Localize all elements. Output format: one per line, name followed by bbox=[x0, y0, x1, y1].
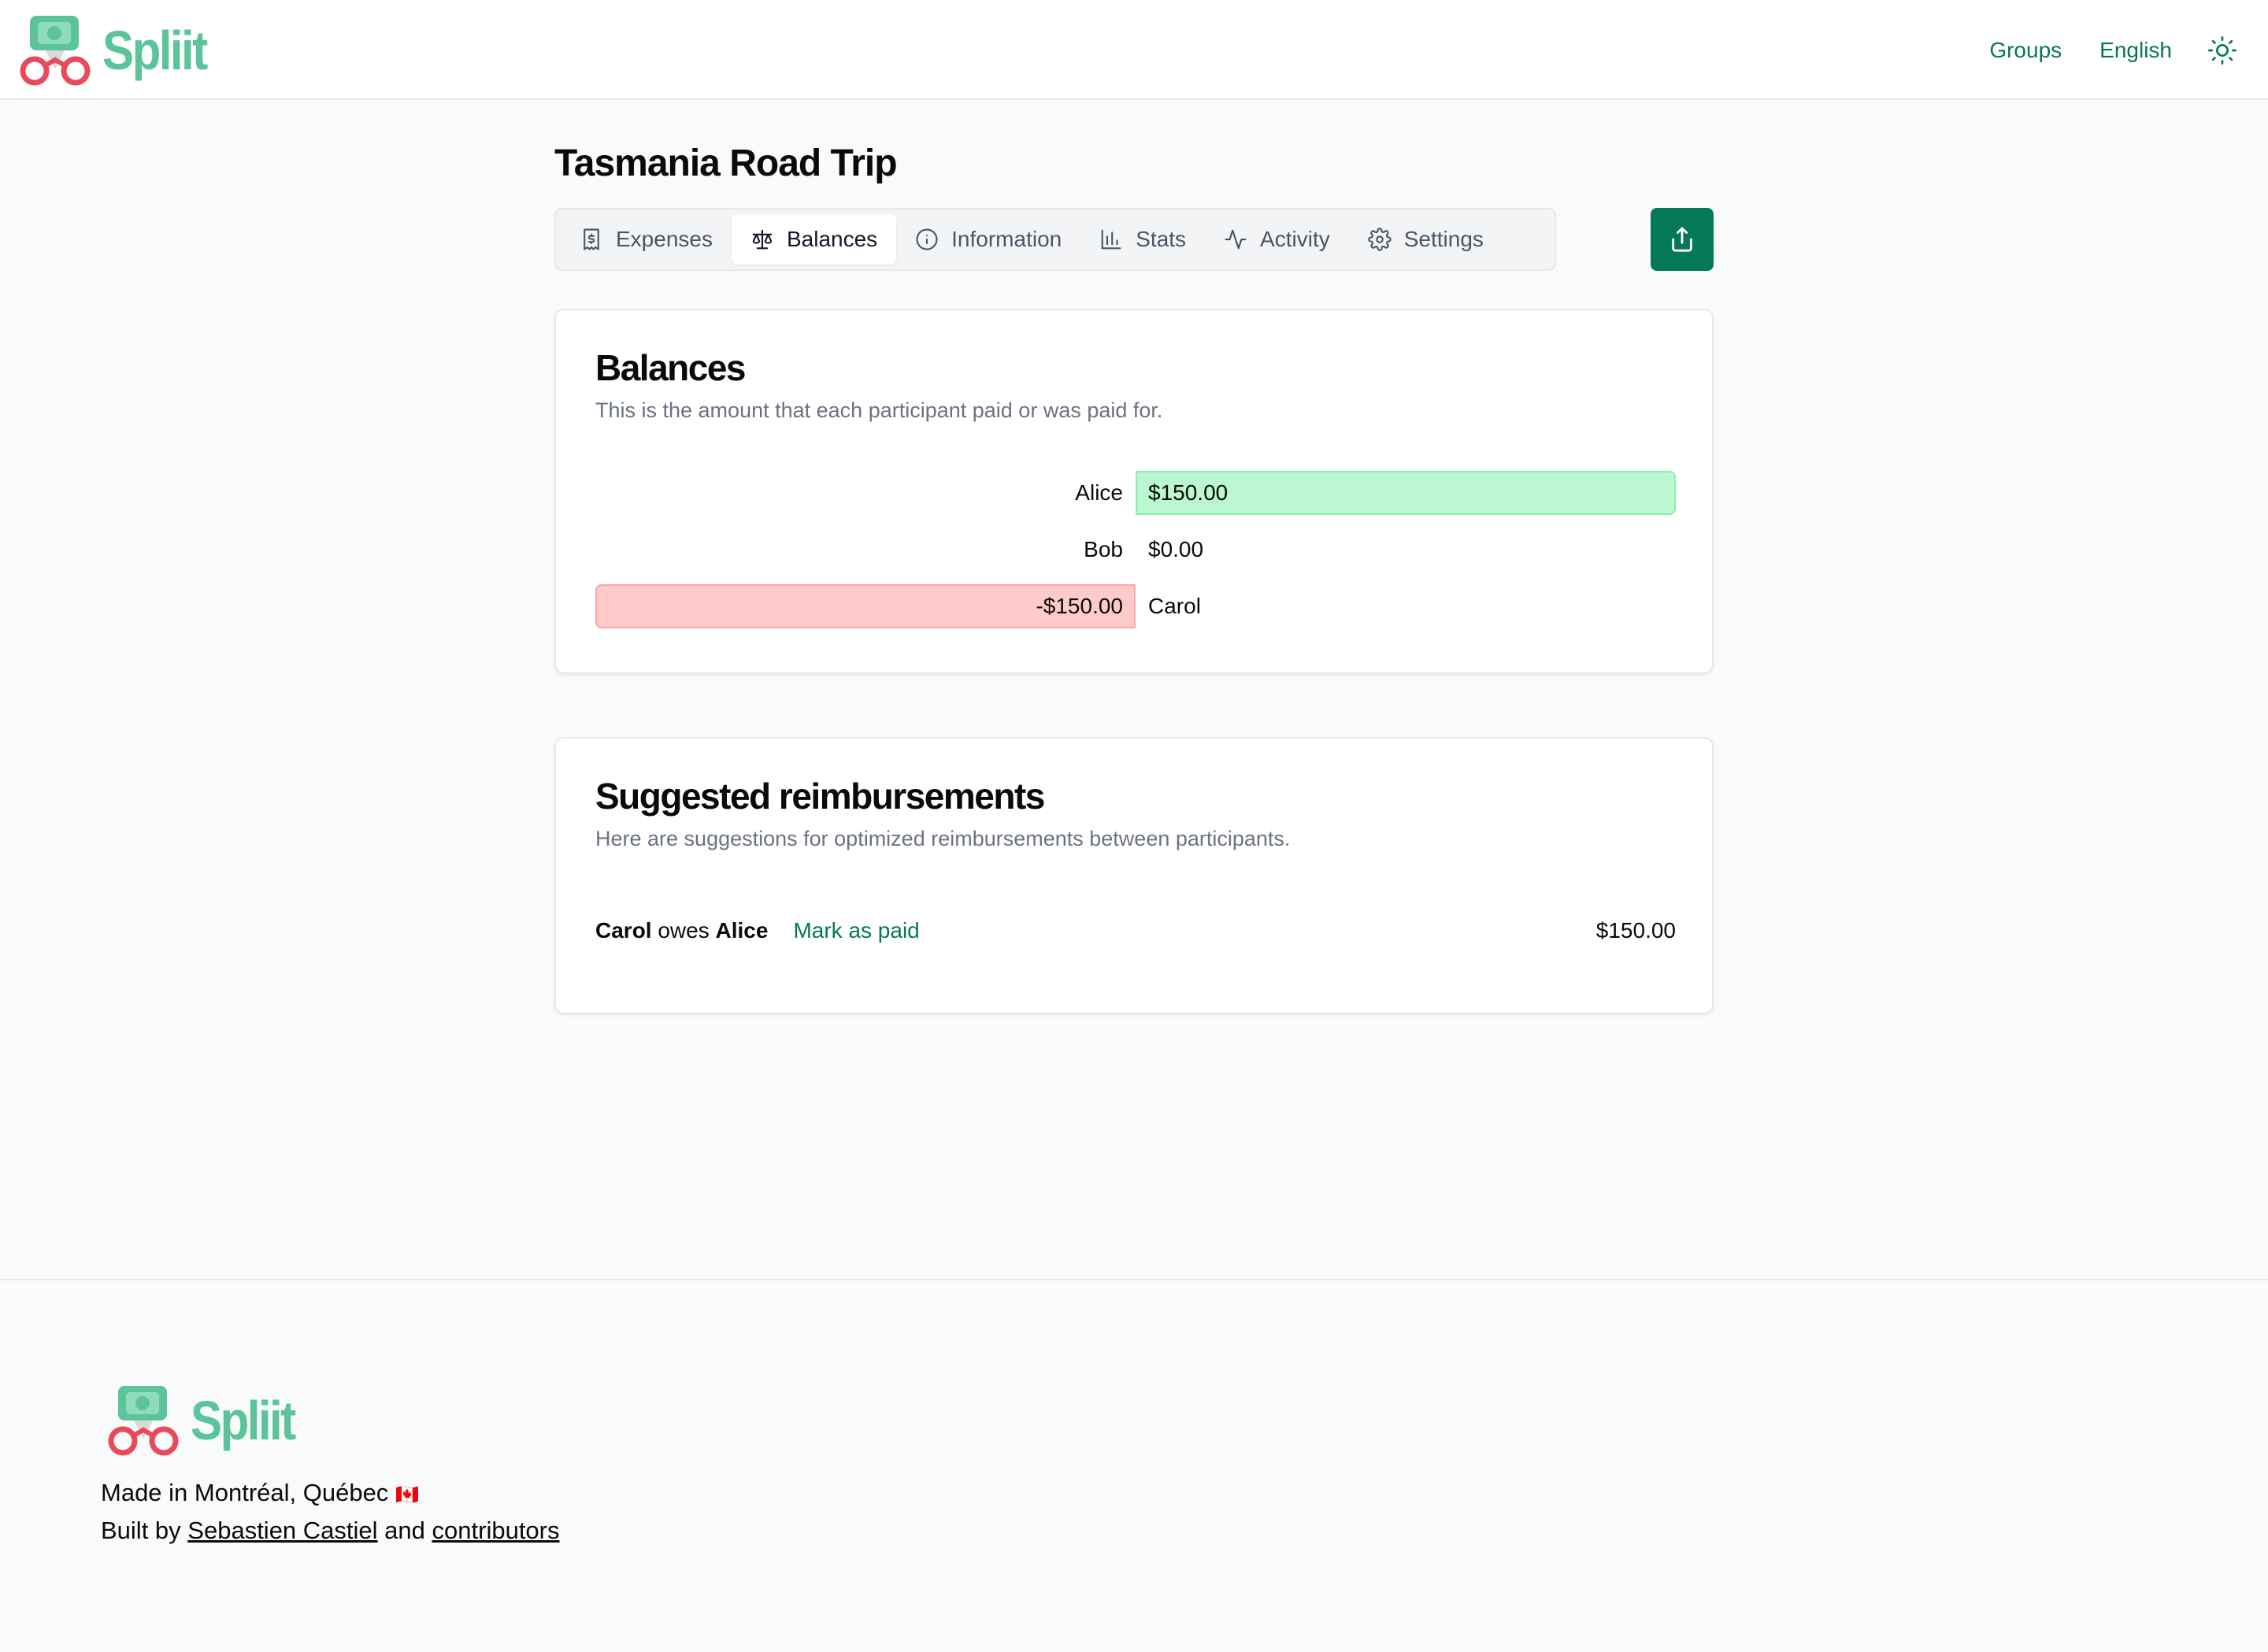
tab-label: Stats bbox=[1136, 227, 1187, 251]
info-icon bbox=[916, 228, 938, 250]
balance-amount: $0.00 bbox=[1148, 537, 1204, 561]
spliit-logo-icon bbox=[108, 1386, 179, 1456]
participant-name: Alice bbox=[1075, 480, 1123, 505]
tab-label: Settings bbox=[1403, 227, 1484, 251]
balance-amount: -$150.00 bbox=[1036, 594, 1123, 618]
and-text: and bbox=[384, 1517, 425, 1544]
made-in-text: Made in Montréal, Québec bbox=[101, 1479, 389, 1506]
reimbursement-amount: $150.00 bbox=[1595, 918, 1676, 943]
group-title: Tasmania Road Trip bbox=[554, 143, 898, 184]
group-tabs: Expenses Balances Information Stats Acti… bbox=[554, 208, 1556, 271]
balance-amount: $150.00 bbox=[1148, 480, 1228, 505]
owes-text: owes bbox=[658, 918, 710, 943]
tab-activity[interactable]: Activity bbox=[1205, 214, 1349, 265]
nav-groups-link[interactable]: Groups bbox=[1989, 38, 2062, 63]
activity-icon bbox=[1225, 229, 1247, 250]
footer bbox=[0, 1279, 2268, 1652]
balances-title: Balances bbox=[595, 347, 747, 388]
tab-balances[interactable]: Balances bbox=[731, 214, 897, 265]
receipt-icon bbox=[584, 228, 599, 250]
footer-made-in: Made in Montréal, Québec 🇨🇦 bbox=[101, 1479, 419, 1507]
sun-icon bbox=[2208, 35, 2236, 65]
tab-label: Balances bbox=[786, 227, 878, 251]
contributors-link[interactable]: contributors bbox=[432, 1517, 560, 1544]
theme-toggle-button[interactable] bbox=[2205, 33, 2240, 68]
balance-row-carol: -$150.00 Carol bbox=[595, 584, 1676, 628]
tab-stats[interactable]: Stats bbox=[1080, 214, 1205, 265]
reimbursement-item: Carol owes Alice Mark as paid $150.00 bbox=[595, 915, 1676, 946]
footer-logo[interactable]: Spliit bbox=[106, 1384, 311, 1457]
balance-row-bob: Bob $0.00 bbox=[595, 528, 1676, 572]
tab-expenses[interactable]: Expenses bbox=[561, 214, 732, 265]
reimbursements-card: Suggested reimbursements Here are sugges… bbox=[554, 737, 1714, 1014]
tab-label: Expenses bbox=[616, 227, 713, 251]
built-by-text: Built by bbox=[101, 1517, 181, 1544]
balances-card: Balances This is the amount that each pa… bbox=[554, 309, 1714, 674]
logo-link[interactable]: Spliit bbox=[17, 14, 223, 87]
spliit-logo-icon bbox=[20, 16, 91, 86]
tab-settings[interactable]: Settings bbox=[1349, 214, 1503, 265]
tab-information[interactable]: Information bbox=[896, 214, 1080, 265]
mark-as-paid-link[interactable]: Mark as paid bbox=[793, 918, 919, 943]
tab-label: Activity bbox=[1260, 227, 1330, 251]
scale-icon bbox=[752, 229, 773, 250]
language-selector[interactable]: English bbox=[2099, 38, 2172, 63]
footer-built-by: Built by Sebastien Castiel and contribut… bbox=[101, 1517, 560, 1545]
logo-wordmark: Spliit bbox=[191, 1390, 296, 1451]
creditor-name: Alice bbox=[715, 918, 769, 943]
bar-chart-icon bbox=[1101, 229, 1121, 250]
reimbursements-description: Here are suggestions for optimized reimb… bbox=[595, 827, 1291, 850]
debtor-name: Carol bbox=[595, 918, 652, 943]
reimbursements-title: Suggested reimbursements bbox=[595, 776, 1045, 817]
share-button[interactable] bbox=[1651, 208, 1714, 271]
top-bar: Spliit Groups English bbox=[0, 0, 2268, 100]
participant-name: Bob bbox=[1084, 537, 1123, 561]
canada-flag-icon: 🇨🇦 bbox=[395, 1484, 419, 1506]
balance-row-alice: Alice $150.00 bbox=[595, 471, 1676, 515]
top-nav: Groups English bbox=[1951, 0, 2240, 100]
participant-name: Carol bbox=[1148, 594, 1201, 618]
author-link[interactable]: Sebastien Castiel bbox=[187, 1517, 377, 1544]
logo-wordmark: Spliit bbox=[102, 20, 208, 81]
share-icon bbox=[1672, 227, 1692, 252]
gear-icon bbox=[1367, 228, 1392, 251]
tab-label: Information bbox=[951, 227, 1062, 251]
balances-description: This is the amount that each participant… bbox=[595, 398, 1163, 422]
